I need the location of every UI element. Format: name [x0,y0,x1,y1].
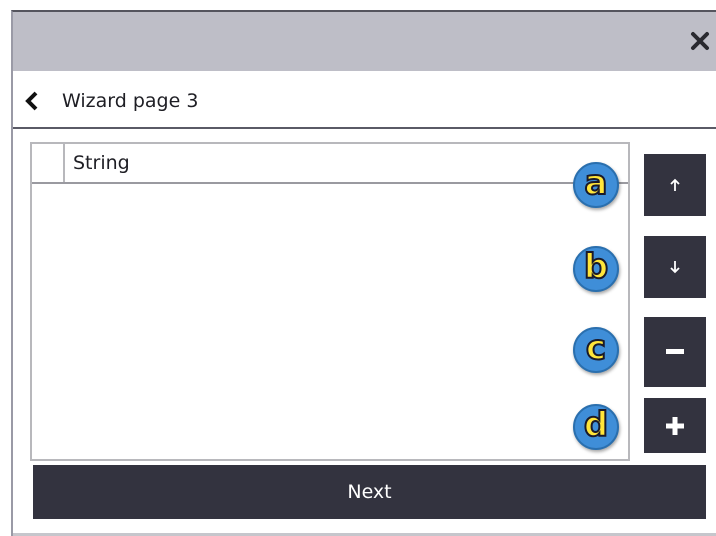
arrow-up-icon [670,178,680,191]
annotation-label-a: a [584,163,609,203]
wizard-header: Wizard page 3 [13,71,716,129]
arrow-down-icon [670,261,680,274]
wizard-window: Wizard page 3 String a b c d Next [11,10,716,536]
back-button[interactable] [21,89,43,113]
next-button[interactable]: Next [33,465,706,519]
close-icon [691,32,709,50]
plus-icon [666,416,684,435]
move-down-button[interactable] [644,236,706,298]
column-header-string[interactable]: String [73,151,130,175]
title-bar [13,12,716,71]
remove-button[interactable] [644,317,706,387]
chevron-left-icon [25,91,38,111]
annotation-badge-b: b [573,246,619,292]
string-grid[interactable]: String [30,142,630,461]
annotation-badge-a: a [573,162,619,208]
annotation-badge-d: d [573,404,619,450]
grid-divider [32,459,65,461]
row-header-corner[interactable] [32,144,65,182]
page-title: Wizard page 3 [62,90,199,112]
annotation-label-c: c [585,328,607,368]
annotation-label-b: b [583,247,609,287]
minus-icon [666,349,684,354]
annotation-badge-c: c [573,327,619,373]
next-button-label: Next [347,481,392,503]
move-up-button[interactable] [644,154,706,216]
close-button[interactable] [686,24,714,58]
add-button[interactable] [644,398,706,453]
grid-header: String [32,144,628,184]
annotation-label-d: d [583,405,609,445]
